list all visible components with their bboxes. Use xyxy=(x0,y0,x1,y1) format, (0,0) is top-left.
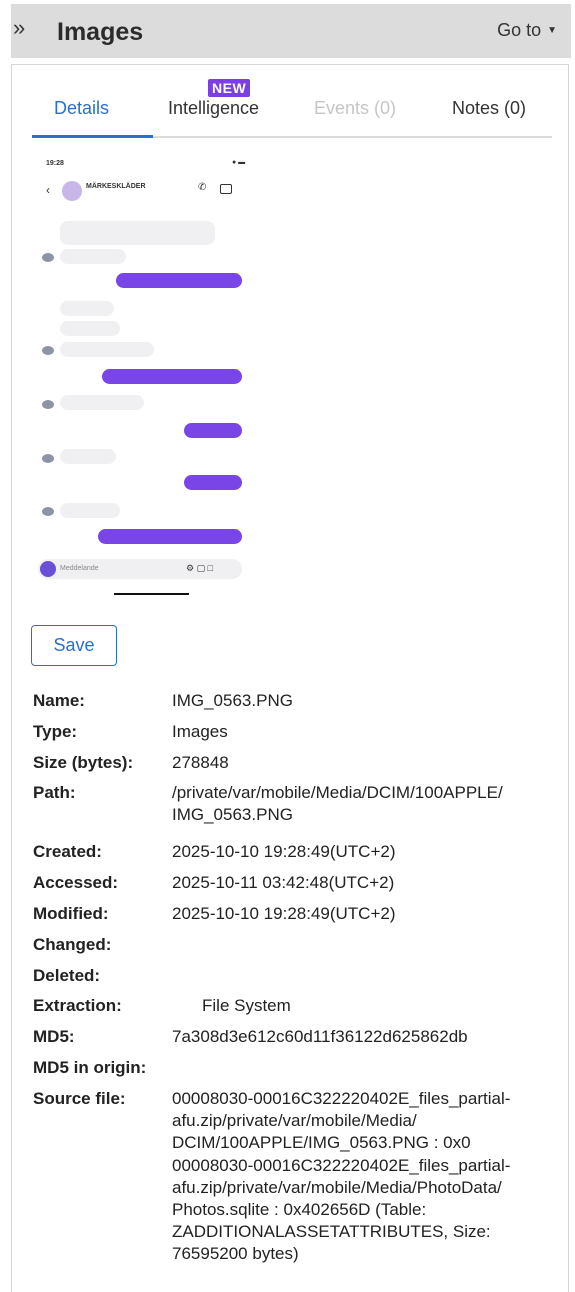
property-row: Extraction: File System xyxy=(33,995,563,1017)
property-value: 00008030-00016C322220402E_files_partial-… xyxy=(172,1156,511,1263)
message-bubble-in xyxy=(60,395,144,410)
message-bubble-in xyxy=(60,321,120,336)
property-value: IMG_0563.PNG xyxy=(172,691,293,710)
message-bubble-in xyxy=(60,449,116,464)
property-key: Created: xyxy=(33,842,102,861)
page-title: Images xyxy=(57,18,144,46)
property-value: /private/var/mobile/Media/DCIM/100APPLE/… xyxy=(172,783,503,824)
message-input-placeholder: Meddelande xyxy=(60,565,99,572)
double-chevron-right-icon[interactable]: » xyxy=(13,17,25,39)
save-button[interactable]: Save xyxy=(31,625,117,666)
property-row: 00008030-00016C322220402E_files_partial-… xyxy=(33,1155,563,1265)
tab-events: Events (0) xyxy=(314,98,397,118)
sender-avatar xyxy=(42,507,54,516)
contact-name: MÄRKESKLÄDER xyxy=(86,183,146,190)
message-bubble-in xyxy=(60,249,126,264)
property-row: Type: Images xyxy=(33,721,563,743)
property-value: File System xyxy=(202,996,291,1015)
message-bubble-out xyxy=(102,369,242,384)
property-key: Deleted: xyxy=(33,966,101,985)
property-key: Size (bytes): xyxy=(33,753,134,772)
property-value xyxy=(172,965,563,987)
tab-details[interactable]: Details xyxy=(54,98,109,119)
property-key: Changed: xyxy=(33,935,112,954)
image-preview: 19:28 ● ▬ ‹ MÄRKESKLÄDER ✆ Meddelande ⚙ … xyxy=(34,155,264,610)
caret-down-icon: ▼ xyxy=(547,25,557,36)
property-key: MD5 in origin: xyxy=(33,1058,147,1077)
property-key: Modified: xyxy=(33,904,109,923)
mic-icon: ⚙ ▢ □ xyxy=(186,563,214,573)
message-bubble-out xyxy=(184,423,242,438)
back-chevron-icon: ‹ xyxy=(46,183,50,197)
property-key: Accessed: xyxy=(33,873,119,892)
message-bubble-out xyxy=(116,273,242,288)
preview-time: 19:28 xyxy=(46,160,64,167)
property-key: Source file: xyxy=(33,1089,126,1108)
property-row: Path: /private/var/mobile/Media/DCIM/100A… xyxy=(33,782,563,826)
tab-intelligence[interactable]: Intelligence xyxy=(168,98,259,119)
property-value: 2025-10-11 03:42:48(UTC+2) xyxy=(172,873,395,892)
status-icons: ● ▬ xyxy=(232,159,246,166)
property-key: Extraction: xyxy=(33,996,122,1015)
message-bubble-in xyxy=(60,221,215,245)
sender-avatar xyxy=(42,253,54,262)
message-bubble-in xyxy=(60,503,120,518)
property-row: Size (bytes): 278848 xyxy=(33,752,563,774)
property-row: Deleted: xyxy=(33,965,563,987)
new-badge: NEW xyxy=(208,79,251,97)
camera-icon xyxy=(40,561,56,577)
property-value: 7a308d3e612c60d11f36122d625862db xyxy=(172,1027,468,1046)
goto-dropdown[interactable]: Go to ▼ xyxy=(497,20,557,41)
goto-label: Go to xyxy=(497,20,542,40)
property-row: Name: IMG_0563.PNG xyxy=(33,690,563,712)
tab-notes[interactable]: Notes (0) xyxy=(452,98,526,119)
property-value: 2025-10-10 19:28:49(UTC+2) xyxy=(172,842,396,861)
sender-avatar xyxy=(42,454,54,463)
active-tab-indicator xyxy=(32,135,153,138)
details-panel: Details NEW Intelligence Events (0) Note… xyxy=(11,64,569,1292)
sender-avatar xyxy=(42,400,54,409)
property-value xyxy=(172,1057,563,1079)
property-value: 2025-10-10 19:28:49(UTC+2) xyxy=(172,904,396,923)
video-icon xyxy=(220,184,232,194)
header-bar: » Images Go to ▼ xyxy=(11,4,571,58)
property-row: Changed: xyxy=(33,934,563,956)
message-bubble-out xyxy=(98,529,242,544)
message-bubble-out xyxy=(184,475,242,490)
property-row: Accessed: 2025-10-11 03:42:48(UTC+2) xyxy=(33,872,563,894)
property-key xyxy=(33,1155,172,1265)
home-indicator xyxy=(114,593,189,595)
property-key: MD5: xyxy=(33,1027,75,1046)
phone-icon: ✆ xyxy=(198,182,207,193)
property-key: Type: xyxy=(33,722,78,741)
property-row: Source file: 00008030-00016C322220402E_fi… xyxy=(33,1088,563,1154)
property-row: Created: 2025-10-10 19:28:49(UTC+2) xyxy=(33,841,563,863)
property-row: MD5 in origin: xyxy=(33,1057,563,1079)
property-value: Images xyxy=(172,722,228,741)
tab-bar: Details NEW Intelligence Events (0) Note… xyxy=(32,65,552,138)
contact-avatar xyxy=(62,181,82,201)
message-bubble-in xyxy=(60,301,114,316)
message-input-bar: Meddelande ⚙ ▢ □ xyxy=(38,559,242,579)
property-key: Name: xyxy=(33,691,85,710)
property-row: Modified: 2025-10-10 19:28:49(UTC+2) xyxy=(33,903,563,925)
message-bubble-in xyxy=(60,342,154,357)
property-value: 00008030-00016C322220402E_files_partial-… xyxy=(172,1089,511,1152)
sender-avatar xyxy=(42,346,54,355)
property-key: Path: xyxy=(33,783,76,802)
property-value: 278848 xyxy=(172,753,229,772)
property-value xyxy=(172,934,563,956)
property-row: MD5: 7a308d3e612c60d11f36122d625862db xyxy=(33,1026,563,1048)
